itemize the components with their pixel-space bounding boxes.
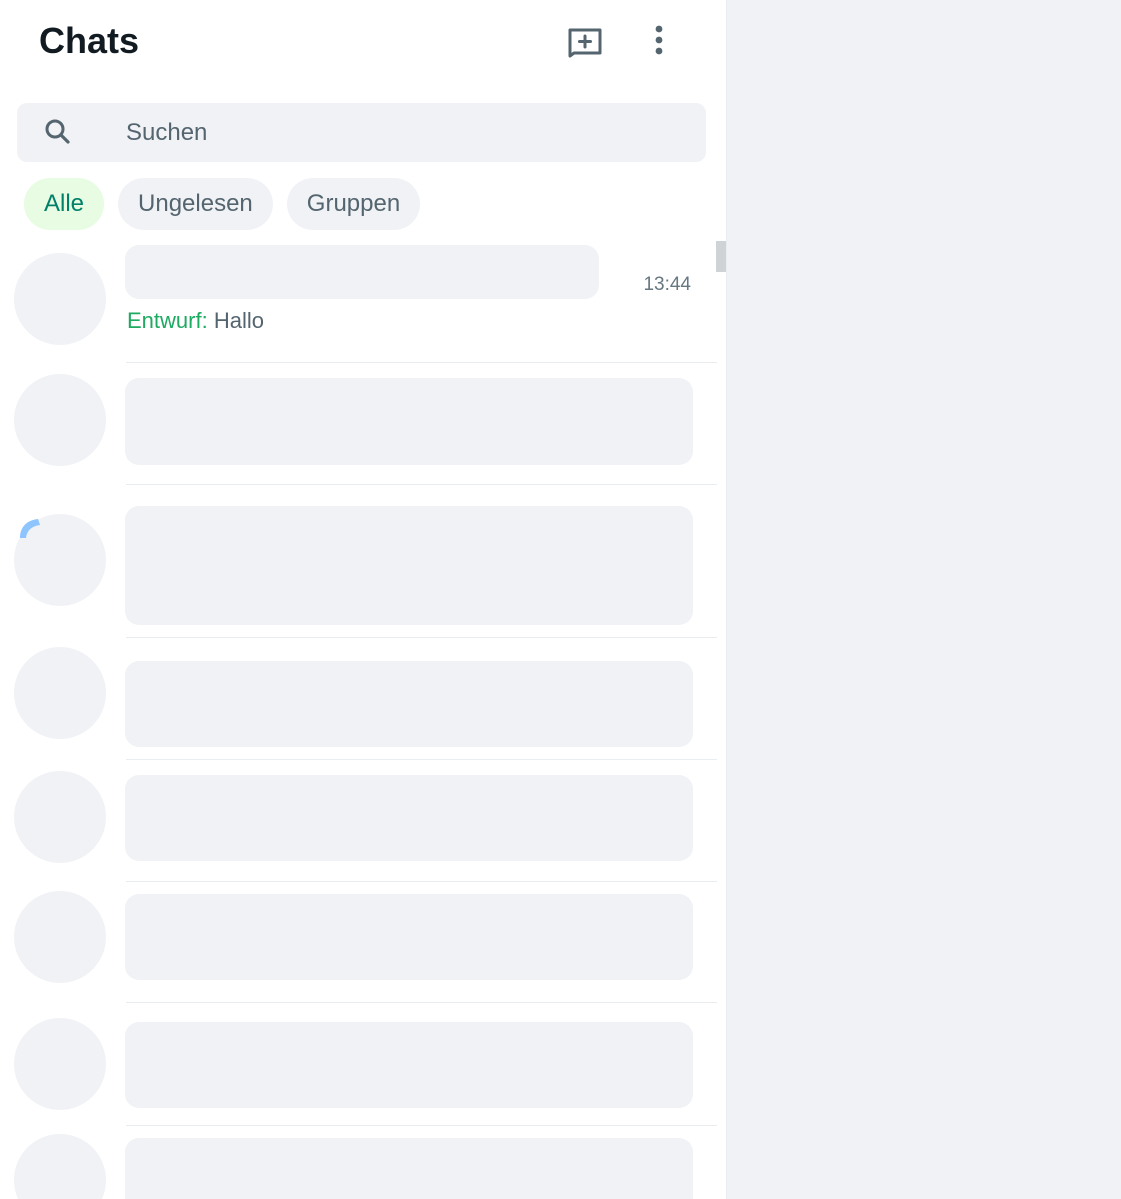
chat-row-skeleton[interactable] xyxy=(0,1126,717,1199)
chat-list: 13:44 Entwurf: Hallo xyxy=(0,240,717,1199)
search-input[interactable] xyxy=(126,110,686,156)
avatar xyxy=(14,374,106,466)
chat-name-placeholder xyxy=(125,245,599,299)
chat-content-placeholder xyxy=(125,506,693,625)
filter-chip-gruppen[interactable]: Gruppen xyxy=(286,178,421,230)
chat-row-skeleton[interactable] xyxy=(0,363,717,485)
filter-chip-ungelesen[interactable]: Ungelesen xyxy=(118,178,273,230)
chat-content-placeholder xyxy=(125,775,693,861)
avatar xyxy=(14,771,106,863)
more-vertical-icon xyxy=(655,25,663,55)
whatsapp-app: Chats Alle Ungelesen xyxy=(0,0,1121,1199)
avatar xyxy=(14,253,106,345)
filter-chips: Alle Ungelesen Gruppen xyxy=(24,178,421,230)
sidebar-header: Chats xyxy=(0,0,726,90)
chat-content-placeholder xyxy=(125,1022,693,1108)
filter-chip-alle[interactable]: Alle xyxy=(24,178,105,230)
chat-row-skeleton[interactable] xyxy=(0,638,717,760)
chat-content-placeholder xyxy=(125,894,693,980)
menu-button[interactable] xyxy=(637,19,681,63)
chat-row-skeleton[interactable] xyxy=(0,1003,717,1126)
avatar xyxy=(14,891,106,983)
conversation-pane xyxy=(727,0,1121,1199)
new-chat-icon xyxy=(568,28,602,58)
chat-time: 13:44 xyxy=(643,274,691,295)
chat-preview: Entwurf: Hallo xyxy=(127,308,264,334)
chat-content-placeholder xyxy=(125,661,693,747)
loading-spinner-icon xyxy=(20,519,40,538)
chat-row-skeleton[interactable] xyxy=(0,485,717,638)
chat-row-skeleton[interactable] xyxy=(0,882,717,1003)
chat-row-skeleton[interactable] xyxy=(0,760,717,882)
avatar xyxy=(14,647,106,739)
avatar xyxy=(14,1018,106,1110)
avatar xyxy=(14,1134,106,1199)
chat-row[interactable]: 13:44 Entwurf: Hallo xyxy=(0,240,717,363)
draft-label: Entwurf: xyxy=(127,308,208,333)
new-chat-button[interactable] xyxy=(563,20,607,64)
draft-text: Hallo xyxy=(207,308,264,333)
page-title: Chats xyxy=(39,20,140,61)
chat-sidebar: Chats Alle Ungelesen xyxy=(0,0,727,1199)
chat-content-placeholder xyxy=(125,378,693,465)
search-icon xyxy=(45,119,70,144)
scrollbar-thumb[interactable] xyxy=(716,241,726,272)
chat-content-placeholder xyxy=(125,1138,693,1199)
